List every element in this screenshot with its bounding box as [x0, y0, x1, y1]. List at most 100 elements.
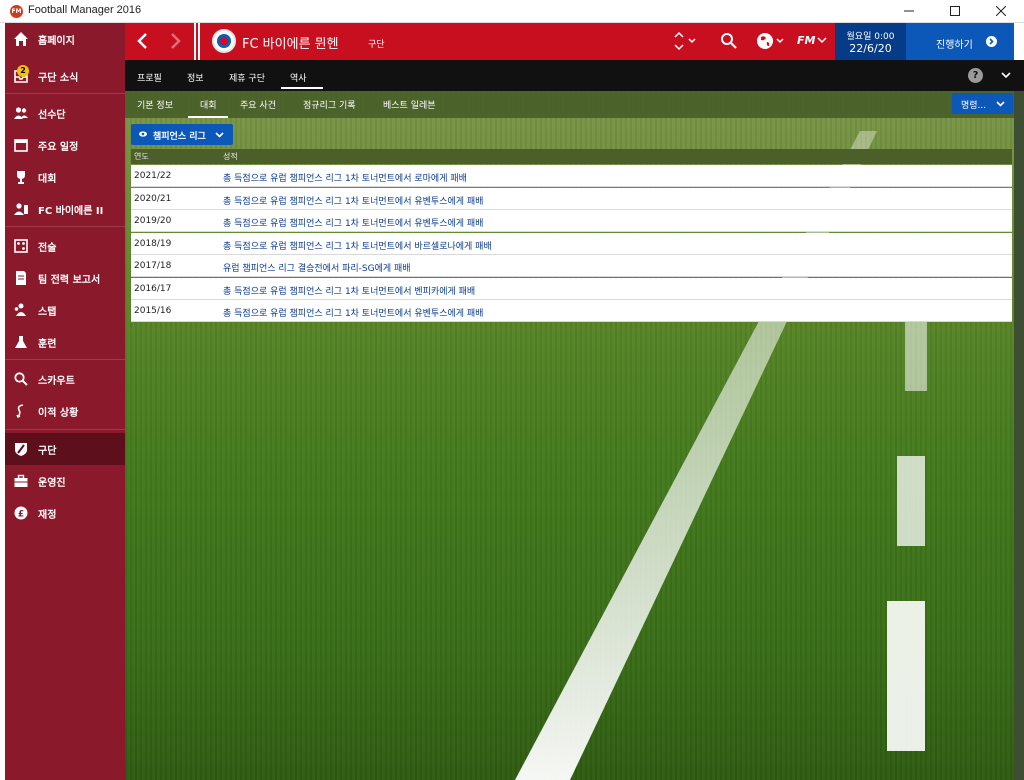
help-icon[interactable]: ?: [968, 68, 983, 83]
row-result-link[interactable]: 유럽 챔피언스 리그 결승전에서 파리-SG에게 패배: [223, 261, 411, 274]
notification-badge: 2: [17, 65, 29, 77]
sidebar-item-label: 주요 일정: [38, 142, 79, 153]
row-year: 2020/21: [134, 194, 172, 204]
command-button[interactable]: 명령...: [952, 93, 1013, 114]
subtab-competitions[interactable]: 대회: [188, 91, 228, 118]
home-icon: [14, 32, 28, 46]
calendar-icon: [14, 139, 28, 152]
continue-button[interactable]: 진행하기: [906, 23, 1014, 60]
sidebar-item-reserve-team[interactable]: FC 바이에른 II: [5, 193, 125, 225]
forward-arrow-icon[interactable]: [165, 31, 185, 51]
staff-icon: [14, 303, 26, 316]
table-row[interactable]: 2021/22 총 득점으로 유럽 챔피언스 리그 1차 토너먼트에서 로마에게…: [131, 165, 1012, 187]
sidebar-item-label: 훈련: [38, 339, 57, 350]
row-result-link[interactable]: 총 득점으로 유럽 챔피언스 리그 1차 토너먼트에서 유벤투스에게 패배: [223, 216, 483, 229]
column-header-result[interactable]: 성적: [223, 151, 238, 162]
row-year: 2015/16: [134, 306, 172, 316]
sidebar-item-home[interactable]: 홈페이지: [5, 23, 125, 55]
sidebar-item-label: 구단: [38, 446, 57, 457]
row-result-link[interactable]: 총 득점으로 유럽 챔피언스 리그 1차 토너먼트에서 로마에게 패배: [223, 171, 467, 184]
club-shield-icon: [15, 443, 27, 456]
tab-affiliates[interactable]: 제휴 구단: [229, 60, 271, 91]
chevron-down-icon[interactable]: [1001, 70, 1011, 80]
row-year: 2019/20: [134, 216, 172, 226]
current-day: 월요일 0:00: [846, 32, 895, 42]
subtab-general[interactable]: 기본 정보: [137, 91, 177, 118]
row-result-link[interactable]: 총 득점으로 유럽 챔피언스 리그 1차 토너먼트에서 유벤투스에게 패배: [223, 194, 483, 207]
sub-tab-bar: 기본 정보 대회 주요 사건 정규리그 기록 베스트 일레븐: [125, 91, 1014, 118]
date-panel: 월요일 0:00 22/6/20: [835, 23, 906, 60]
back-arrow-icon[interactable]: [133, 31, 153, 51]
continue-label: 진행하기: [936, 40, 973, 51]
sidebar-item-club[interactable]: 구단: [5, 433, 125, 465]
sidebar-divider: [5, 359, 125, 360]
trophy-icon: [17, 171, 25, 184]
report-icon: [16, 271, 26, 285]
row-result-link[interactable]: 총 득점으로 유럽 챔피언스 리그 1차 토너먼트에서 유벤투스에게 패배: [223, 306, 483, 319]
transfer-icon: [16, 404, 24, 418]
subtab-label: 베스트 일레븐: [383, 101, 436, 111]
briefcase-icon: [14, 474, 28, 487]
sidebar-item-team-report[interactable]: 팀 전력 보고서: [5, 262, 125, 294]
tab-info[interactable]: 정보: [187, 60, 211, 91]
maximize-icon: [950, 6, 960, 16]
sidebar-item-label: 이적 상황: [38, 408, 79, 419]
sidebar-item-label: 재정: [38, 510, 57, 521]
globe-icon[interactable]: [755, 31, 789, 51]
table-header: 연도 성적: [131, 149, 1012, 164]
tab-label: 정보: [187, 74, 204, 84]
close-button[interactable]: [978, 0, 1024, 23]
subtab-label: 주요 사건: [240, 101, 276, 111]
scout-search-icon: [14, 372, 28, 386]
maximize-button[interactable]: [932, 0, 978, 23]
table-row[interactable]: 2019/20 총 득점으로 유럽 챔피언스 리그 1차 토너먼트에서 유벤투스…: [131, 210, 1012, 232]
sidebar-item-squad[interactable]: 선수단: [5, 97, 125, 129]
app-window: FM Football Manager 2016 홈페이지 2 구단 소식 선수…: [0, 0, 1024, 780]
sidebar-item-training[interactable]: 훈련: [5, 326, 125, 358]
sidebar-item-label: 운영진: [38, 478, 66, 489]
row-year: 2021/22: [134, 171, 172, 181]
table-row[interactable]: 2020/21 총 득점으로 유럽 챔피언스 리그 1차 토너먼트에서 유벤투스…: [131, 188, 1012, 210]
sidebar-item-scouting[interactable]: 스카우트: [5, 363, 125, 395]
squad-icon: [14, 107, 28, 119]
sidebar-item-finances[interactable]: £ 재정: [5, 497, 125, 529]
row-result-link[interactable]: 총 득점으로 유럽 챔피언스 리그 1차 토너먼트에서 벤피카에게 패배: [223, 284, 475, 297]
sidebar-item-competitions[interactable]: 대회: [5, 161, 125, 193]
search-icon[interactable]: [719, 31, 739, 51]
app-logo-icon: FM: [10, 5, 23, 18]
row-result-link[interactable]: 총 득점으로 유럽 챔피언스 리그 1차 토너먼트에서 바르셀로나에게 패배: [223, 239, 492, 252]
sidebar-item-staff[interactable]: 스탭: [5, 294, 125, 326]
subtab-key-events[interactable]: 주요 사건: [240, 91, 280, 118]
fm-logo-label: FM: [797, 34, 816, 47]
column-header-year[interactable]: 연도: [134, 151, 149, 162]
subtab-best-eleven[interactable]: 베스트 일레븐: [383, 91, 443, 118]
fm-menu-button[interactable]: FM: [797, 31, 831, 51]
window-edge: [1014, 91, 1024, 780]
sidebar-item-label: 홈페이지: [38, 36, 75, 47]
tactics-icon: [14, 239, 28, 253]
sidebar-item-label: 구단 소식: [38, 73, 79, 84]
row-year: 2017/18: [134, 261, 172, 271]
tab-history[interactable]: 역사: [281, 60, 323, 91]
active-tab-indicator: [281, 87, 323, 89]
competition-dropdown[interactable]: 챔피언스 리그: [131, 124, 233, 145]
table-row[interactable]: 2018/19 총 득점으로 유럽 챔피언스 리그 1차 토너먼트에서 바르셀로…: [131, 233, 1012, 255]
sidebar-item-club-news[interactable]: 2 구단 소식: [5, 60, 125, 92]
title-bar: FM Football Manager 2016: [0, 0, 1024, 23]
sidebar-item-transfers[interactable]: 이적 상황: [5, 395, 125, 427]
sidebar-item-board[interactable]: 운영진: [5, 465, 125, 497]
tab-profile[interactable]: 프로필: [137, 60, 167, 91]
sidebar-item-tactics[interactable]: 전술: [5, 230, 125, 262]
header-bar: FC 바이에른 뮌헨 구단 FM 월요일 0:00 22/6/20 진행하기: [125, 23, 1024, 60]
subtab-label: 대회: [200, 101, 217, 111]
table-row[interactable]: 2017/18 유럽 챔피언스 리그 결승전에서 파리-SG에게 패배: [131, 255, 1012, 277]
table-row[interactable]: 2016/17 총 득점으로 유럽 챔피언스 리그 1차 토너먼트에서 벤피카에…: [131, 278, 1012, 300]
minimize-button[interactable]: [886, 0, 932, 23]
up-down-arrows-icon[interactable]: [671, 31, 701, 51]
sidebar-item-label: 선수단: [38, 110, 66, 121]
sidebar-item-schedule[interactable]: 주요 일정: [5, 129, 125, 161]
sidebar-item-label: FC 바이에른 II: [38, 206, 104, 217]
chevron-down-icon: [215, 132, 224, 138]
table-row[interactable]: 2015/16 총 득점으로 유럽 챔피언스 리그 1차 토너먼트에서 유벤투스…: [131, 300, 1012, 322]
subtab-league-records[interactable]: 정규리그 기록: [303, 91, 363, 118]
